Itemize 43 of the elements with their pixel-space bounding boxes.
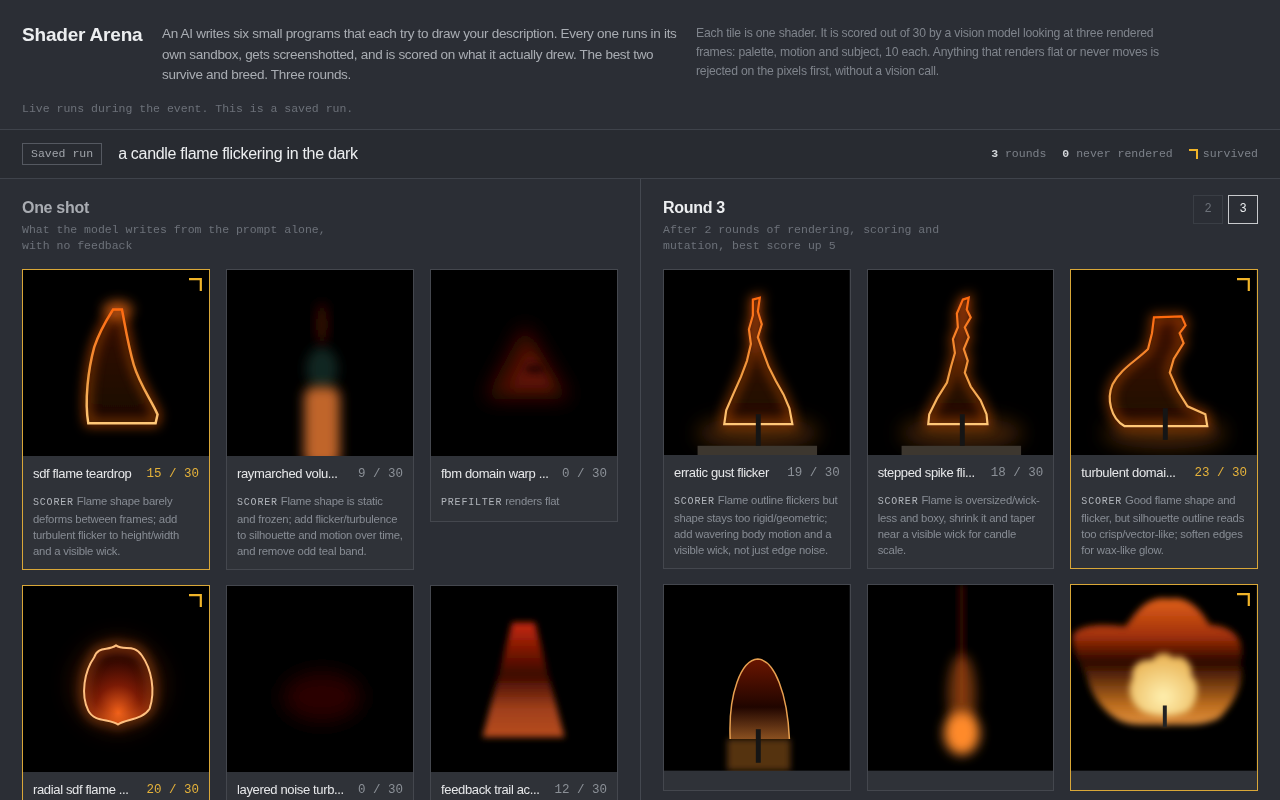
score-text: 9 / 30 [358, 465, 403, 483]
corner-bracket-icon [1237, 277, 1250, 291]
scorer-note: PREFILTER renders flat [441, 493, 561, 510]
corner-bracket-icon [1237, 593, 1250, 607]
saved-run-note: Live runs during the event. This is a saved run. [22, 100, 355, 117]
panel-title: Round 3 [663, 197, 726, 218]
scorer-note: SCORER Flame outline flickers but shape stays too rigid/geometric; add wavering body motion and a visible wick, not just edge noise. [674, 493, 839, 559]
saved-run-tag: Saved run [22, 142, 103, 165]
card-title: fbm domain warp ... [441, 464, 549, 483]
panel-subtitle: What the model writes from the prompt alone, with no feedback [22, 221, 327, 254]
intro-text: An AI writes six small programs that each try to draw your description. Every one runs in its own sandbox, gets screenshotted, and is scored on what it actually drew. The best two survive and breed. Three rounds. [162, 25, 678, 84]
legend-label: survived [1202, 147, 1258, 160]
card-title: turbulent domai... [1081, 464, 1176, 483]
score-text: 0 / 30 [562, 465, 607, 483]
stat-text: 3 rounds [991, 147, 1047, 160]
round-tab[interactable]: 3 [1228, 194, 1258, 224]
card-title: erratic gust flicker [674, 464, 769, 483]
scorer-note: SCORER Flame is oversized/wick-less and boxy, shrink it and taper near a visible wick for candle scale. [877, 493, 1041, 559]
scorer-note: SCORER Flame shape is static and frozen; add flicker/turbulence to silhouette and motion over time, and remove odd teal band. [237, 493, 403, 559]
corner-bracket-icon [189, 593, 202, 607]
panel-subtitle: After 2 rounds of rendering, scoring and mutation, best score up 5 [663, 221, 941, 254]
app-title: Shader Arena [22, 24, 144, 46]
corner-bracket-icon [189, 277, 202, 291]
prompt-text: a candle flame flickering in the dark [118, 144, 358, 163]
card-title: raymarched volu... [237, 464, 338, 483]
score-text: 19 / 30 [787, 465, 840, 483]
score-text: 20 / 30 [146, 781, 199, 799]
card-title: layered noise turb... [237, 780, 344, 799]
score-text: 0 / 30 [358, 781, 403, 799]
card-title: stepped spike fli... [877, 464, 975, 483]
score-text: 12 / 30 [554, 781, 607, 799]
card-title: radial sdf flame ... [33, 780, 129, 799]
score-text: 15 / 30 [146, 465, 199, 483]
scorer-note: SCORER Flame shape barely deforms between frames; add turbulent flicker to height/width and a visible wick. [33, 493, 180, 559]
corner-bracket-icon [1188, 148, 1198, 159]
stat-text: 0 never rendered [1062, 147, 1173, 160]
panel-title: One shot [22, 197, 90, 218]
score-text: 23 / 30 [1194, 465, 1247, 483]
details-text: Each tile is one shader. It is scored out of 30 by a vision model looking at three rendered frames: palette, motion and subject, 10 each. Anything that renders flat or never moves is rejected on the pixels first, without a vision call. [696, 25, 1160, 80]
score-text: 18 / 30 [990, 465, 1044, 483]
card-title: sdf flame teardrop [33, 464, 132, 483]
card-title: feedback trail ac... [441, 780, 540, 799]
scorer-note: SCORER Good flame shape and flicker, but silhouette outline reads too crisp/vector-like; soften edges for wax-like glow. [1081, 493, 1246, 559]
